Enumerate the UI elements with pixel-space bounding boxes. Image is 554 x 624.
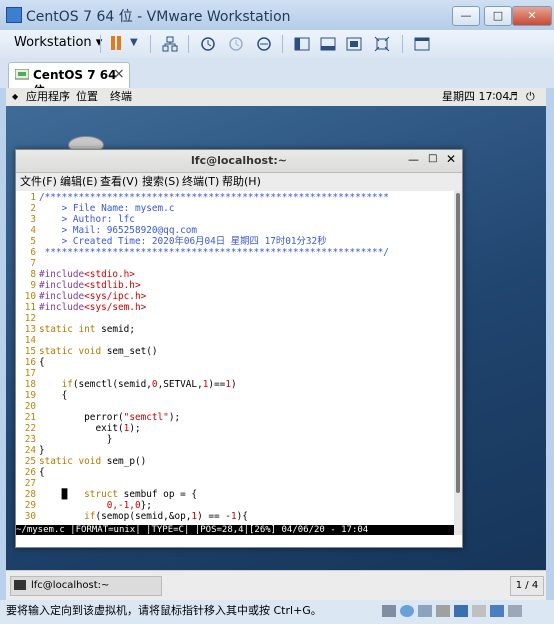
code-line: 19 { <box>24 390 68 401</box>
taskbar-item-terminal[interactable]: lfc@localhost:~ <box>10 576 162 596</box>
menu-help[interactable]: 帮助(H) <box>222 173 261 191</box>
maximize-button[interactable]: □ <box>484 6 512 26</box>
message-icon[interactable] <box>508 605 522 617</box>
toolbar-divider <box>150 35 151 53</box>
stretch-icon[interactable] <box>374 36 390 52</box>
terminal-minimize-button[interactable]: — <box>408 153 419 166</box>
gnome-taskbar: lfc@localhost:~ 1 / 4 <box>6 570 546 601</box>
sound-icon[interactable] <box>472 605 486 617</box>
unity-view-icon[interactable] <box>414 36 430 52</box>
menu-file[interactable]: 文件(F) <box>20 173 57 191</box>
network-adapter-icon[interactable] <box>418 605 432 617</box>
terminal-titlebar: lfc@localhost:~ — □ ✕ <box>16 150 462 173</box>
power-icon[interactable]: ⏻ <box>526 88 535 106</box>
code-line: 6 **************************************… <box>30 247 389 258</box>
code-line: 15 static void sem_set() <box>24 346 158 357</box>
window-title: CentOS 7 64 位 - VMware Workstation <box>26 9 291 25</box>
vm-tab-strip: CentOS 7 64 位 × <box>0 58 554 98</box>
gnome-logo-icon: ◆ <box>12 92 19 101</box>
toolbar-divider <box>282 35 283 53</box>
cdrom-icon[interactable] <box>400 605 414 617</box>
toolbar-divider <box>402 35 403 53</box>
menu-applications[interactable]: 应用程序 <box>26 88 70 106</box>
window-titlebar: CentOS 7 64 位 - VMware Workstation — □ ✕ <box>0 0 554 30</box>
pause-icon[interactable] <box>110 35 122 51</box>
workspace-pager[interactable]: 1 / 4 <box>510 576 544 596</box>
vm-icon <box>14 68 30 81</box>
menu-view[interactable]: 查看(V) <box>100 173 138 191</box>
snapshot-manager-icon[interactable] <box>256 36 272 52</box>
gnome-desktop: lfc@localhost:~ — □ ✕ 文件(F) 编辑(E) 查看(V) … <box>6 106 546 570</box>
power-dropdown-icon[interactable]: ▼ <box>130 37 138 48</box>
terminal-window: lfc@localhost:~ — □ ✕ 文件(F) 编辑(E) 查看(V) … <box>15 149 463 548</box>
printer-icon[interactable] <box>436 605 450 617</box>
vim-status-line: ~/mysem.c |FORMAT=unix| |TYPE=C| |POS=28… <box>16 525 454 535</box>
close-button[interactable]: ✕ <box>512 6 552 26</box>
menu-places[interactable]: 位置 <box>76 88 98 106</box>
hdd-icon[interactable] <box>382 605 396 617</box>
code-line: 30 if(semop(semid,&op,1) == -1){ <box>24 511 248 522</box>
terminal-maximize-button[interactable]: □ <box>428 153 437 164</box>
usb-icon[interactable] <box>454 605 468 617</box>
snapshot-revert-icon[interactable] <box>228 36 244 52</box>
menu-terminal-t[interactable]: 终端(T) <box>182 173 219 191</box>
tab-centos[interactable]: CentOS 7 64 位 × <box>8 62 130 98</box>
terminal-icon <box>14 580 26 590</box>
toolbar-divider <box>100 35 101 53</box>
snapshot-take-icon[interactable] <box>200 36 216 52</box>
taskbar-item-label: lfc@localhost:~ <box>31 580 110 591</box>
console-view-icon[interactable] <box>320 36 336 52</box>
toolbar-divider <box>188 35 189 53</box>
vmware-toolbar: Workstation ▾ ▼ <box>0 30 554 59</box>
terminal-close-button[interactable]: ✕ <box>446 152 456 166</box>
fullscreen-icon[interactable] <box>346 36 362 52</box>
menu-terminal[interactable]: 终端 <box>110 88 132 106</box>
menu-edit[interactable]: 编辑(E) <box>60 173 98 191</box>
sidebar-view-icon[interactable] <box>294 36 310 52</box>
volume-icon[interactable]: ♬ <box>508 88 518 106</box>
status-hint: 要将输入定向到该虚拟机，请将鼠标指针移入其中或按 Ctrl+G。 <box>6 604 322 617</box>
workstation-menu-button[interactable]: Workstation ▾ <box>8 33 108 53</box>
menu-search[interactable]: 搜索(S) <box>142 173 180 191</box>
display-icon[interactable] <box>490 605 504 617</box>
tab-close-icon[interactable]: × <box>113 66 125 82</box>
vmware-statusbar: 要将输入定向到该虚拟机，请将鼠标指针移入其中或按 Ctrl+G。 <box>0 600 554 624</box>
gnome-top-bar: ◆ 应用程序 位置 终端 星期四 17∶04 ♬ ⏻ <box>6 88 546 107</box>
minimize-button[interactable]: — <box>452 6 480 26</box>
terminal-menubar: 文件(F) 编辑(E) 查看(V) 搜索(S) 终端(T) 帮助(H) <box>16 173 462 191</box>
vmware-icon <box>6 7 22 23</box>
clock[interactable]: 星期四 17∶04 <box>442 88 509 106</box>
network-icon[interactable] <box>162 36 178 52</box>
terminal-scroll-thumb[interactable] <box>456 193 460 493</box>
terminal-title: lfc@localhost:~ <box>191 154 287 167</box>
vim-editor[interactable]: 1/**************************************… <box>16 191 454 535</box>
